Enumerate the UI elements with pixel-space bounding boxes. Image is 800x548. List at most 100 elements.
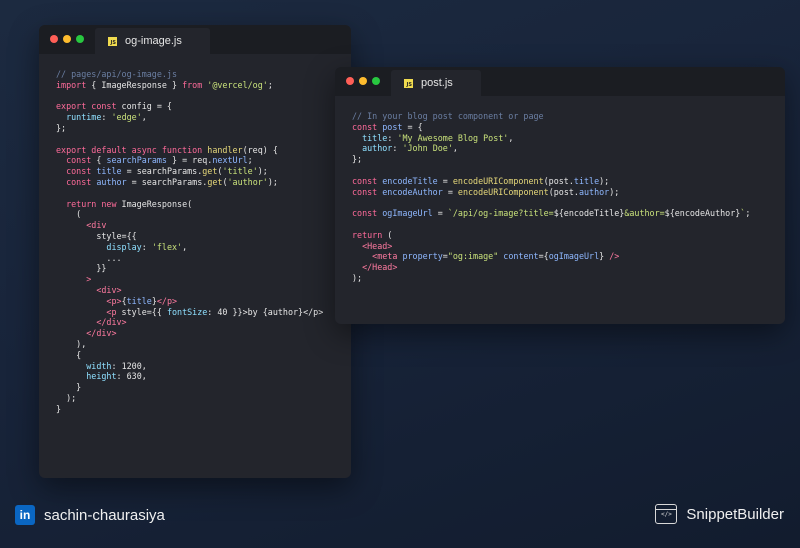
code-window-og-image: JS og-image.js // pages/api/og-image.js i…: [39, 25, 351, 478]
code-line: const encodeAuthor = encodeURIComponent(…: [352, 187, 768, 198]
code-token: :: [101, 112, 112, 123]
code-line: author: 'John Doe',: [352, 143, 768, 154]
code-token: get: [207, 176, 223, 187]
code-line: <p style={{ fontSize: 40 }}>by {author}<…: [56, 307, 334, 318]
code-line: <p>{title}</p>: [56, 296, 334, 307]
code-token: config = {: [116, 101, 172, 112]
code-token: style={{: [116, 306, 167, 317]
code-token: };: [352, 154, 363, 165]
code-line: runtime: 'edge',: [56, 112, 334, 123]
code-token: >: [86, 274, 92, 285]
code-token: '@vercel/og': [207, 79, 268, 90]
code-token: = {: [402, 121, 423, 132]
minimize-dot[interactable]: [63, 35, 71, 43]
code-line: return (: [352, 230, 768, 241]
code-token: }: [56, 382, 82, 393]
code-token: ogImageUrl: [382, 208, 433, 219]
code-token: );: [257, 166, 268, 177]
code-line: (: [56, 209, 334, 220]
code-line: const author = searchParams.get('author'…: [56, 177, 334, 188]
code-token: export default async function: [56, 144, 203, 155]
code-token: {: [91, 155, 107, 166]
code-line: </div>: [56, 328, 334, 339]
code-token: (post.: [548, 186, 579, 197]
code-token: <p>: [106, 295, 122, 306]
brand-credit[interactable]: </> SnippetBuilder: [655, 504, 784, 524]
code-token: = searchParams.: [121, 166, 203, 177]
maximize-dot[interactable]: [76, 35, 84, 43]
code-line: // pages/api/og-image.js: [56, 69, 334, 80]
code-token: <p: [106, 306, 117, 317]
maximize-dot[interactable]: [372, 77, 380, 85]
code-line: export const config = {: [56, 101, 334, 112]
file-tab-post[interactable]: JS post.js: [391, 70, 481, 96]
code-line: ...: [56, 253, 334, 264]
code-token: display: [106, 241, 142, 252]
code-token: author: [362, 143, 393, 154]
brand-glyph: </>: [661, 511, 672, 518]
code-line: return new ImageResponse(: [56, 199, 334, 210]
code-token: const: [66, 176, 92, 187]
code-token: :: [392, 143, 403, 154]
code-token: } = req.: [166, 155, 213, 166]
code-token: handler: [207, 144, 243, 155]
code-line: const { searchParams } = req.nextUrl;: [56, 155, 334, 166]
window-titlebar: JS post.js: [335, 67, 785, 96]
code-token: (: [56, 209, 82, 220]
code-token: ,: [452, 143, 458, 154]
code-token: &author=: [624, 208, 665, 219]
window-controls: [50, 35, 84, 43]
code-token: 'title': [222, 166, 258, 177]
code-token: =: [442, 186, 458, 197]
code-token: ,: [141, 112, 147, 123]
code-line: const title = searchParams.get('title');: [56, 166, 334, 177]
minimize-dot[interactable]: [359, 77, 367, 85]
tab-label: og-image.js: [125, 35, 182, 47]
code-token: );: [267, 176, 278, 187]
code-token: get: [202, 166, 218, 177]
code-line: const post = {: [352, 122, 768, 133]
code-token: const: [352, 175, 378, 186]
code-token: nextUrl: [212, 155, 248, 166]
code-token: {: [56, 349, 82, 360]
author-credit[interactable]: in sachin-chaurasiya: [15, 505, 165, 525]
code-token: { ImageResponse }: [86, 79, 183, 90]
code-token: </Head>: [362, 262, 398, 273]
code-line: <meta property="og:image" content={ogIma…: [352, 251, 768, 262]
code-token: 'flex': [151, 241, 183, 252]
code-token: :: [387, 132, 398, 143]
code-line: }: [56, 382, 334, 393]
code-token: ),: [56, 338, 87, 349]
code-token: ogImageUrl: [548, 251, 600, 262]
code-token: height: [86, 371, 117, 382]
code-token: =: [437, 175, 453, 186]
code-token: (req) {: [242, 144, 278, 155]
code-token: 'edge': [111, 112, 142, 123]
code-line: export default async function handler(re…: [56, 145, 334, 156]
file-tab-og-image[interactable]: JS og-image.js: [95, 28, 210, 54]
code-token: :: [141, 241, 152, 252]
code-token: }}: [56, 263, 107, 274]
code-token: <div: [86, 220, 107, 231]
close-dot[interactable]: [346, 77, 354, 85]
close-dot[interactable]: [50, 35, 58, 43]
code-token: (: [382, 229, 393, 240]
code-token: 'John Doe': [402, 143, 453, 154]
code-token: title: [126, 295, 152, 306]
code-line: width: 1200,: [56, 361, 334, 372]
code-token: post: [382, 121, 403, 132]
